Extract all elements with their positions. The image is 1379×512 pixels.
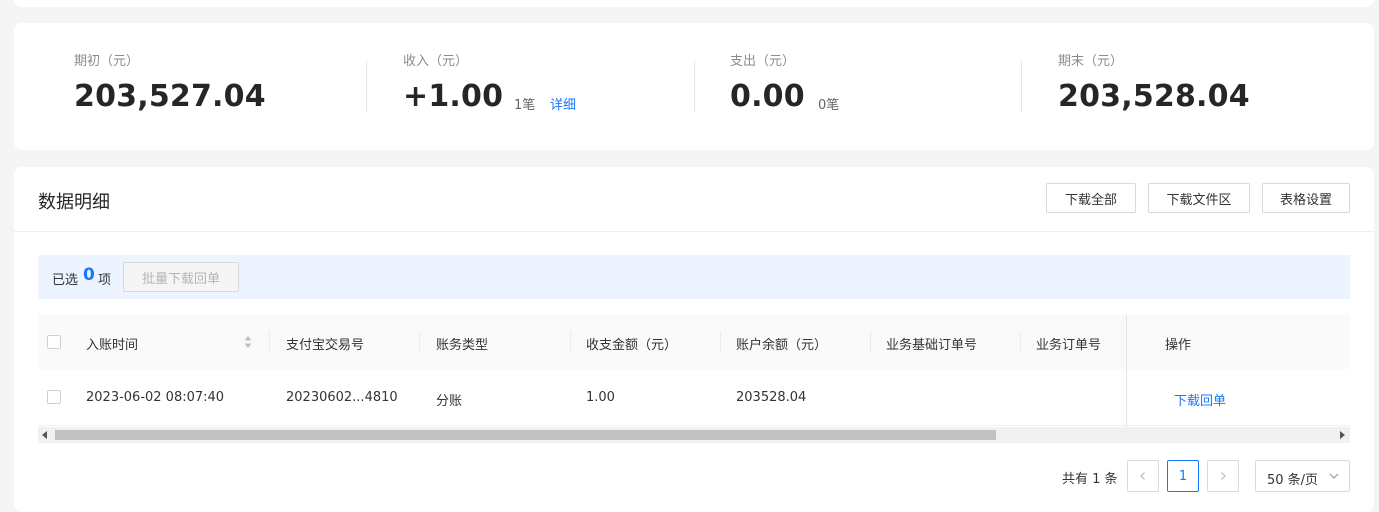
cell-balance: 203528.04: [736, 390, 807, 405]
page-size-select[interactable]: 50 条/页: [1255, 460, 1350, 492]
stat-expense-label: 支出（元）: [730, 54, 796, 69]
pagination-total: 共有 1 条: [1062, 472, 1118, 487]
download-all-button[interactable]: 下载全部: [1046, 183, 1136, 213]
column-header-trade-no: 支付宝交易号: [286, 338, 365, 353]
column-separator: [870, 331, 871, 353]
column-header-type: 账务类型: [436, 338, 489, 353]
summary-card: 期初（元） 203,527.04 收入（元） +1.00 1笔 详细 支出（元）…: [14, 23, 1374, 150]
detail-card: 数据明细 下载全部 下载文件区 表格设置 已选 0 项 批量下载回单 入账时间 …: [14, 167, 1374, 512]
top-card-edge: [14, 0, 1374, 7]
column-separator: [419, 331, 420, 353]
scrollbar-thumb[interactable]: [55, 430, 996, 440]
download-area-button[interactable]: 下载文件区: [1148, 183, 1250, 213]
cell-type: 分账: [436, 394, 463, 409]
stat-expense-count: 0笔: [818, 98, 840, 113]
table-settings-button[interactable]: 表格设置: [1262, 183, 1350, 213]
scroll-right-arrow-icon[interactable]: [1340, 431, 1345, 439]
stat-closing-value: 203,528.04: [1058, 79, 1250, 114]
page-number-button[interactable]: 1: [1167, 460, 1199, 492]
column-header-time[interactable]: 入账时间: [86, 334, 138, 353]
cell-trade-no: 20230602...4810: [286, 390, 398, 405]
stat-divider: [1021, 61, 1022, 113]
detail-title: 数据明细: [38, 192, 110, 213]
stat-income-count: 1笔: [514, 98, 536, 113]
cell-amount: 1.00: [586, 390, 615, 405]
chevron-left-icon: [1140, 472, 1145, 480]
selection-prefix: 已选: [52, 273, 79, 288]
column-header-amount: 收支金额（元）: [586, 338, 678, 353]
next-page-button[interactable]: [1207, 460, 1239, 492]
selection-bar: 已选 0 项 批量下载回单: [38, 255, 1350, 299]
stat-closing-label: 期末（元）: [1058, 54, 1124, 69]
prev-page-button[interactable]: [1127, 460, 1159, 492]
column-header-action: 操作: [1165, 338, 1192, 353]
selection-suffix: 项: [98, 273, 112, 288]
stat-expense-value: 0.00: [730, 79, 805, 114]
stat-divider: [366, 61, 367, 113]
bulk-download-receipt-button[interactable]: 批量下载回单: [123, 262, 239, 292]
stat-income-value: +1.00: [403, 79, 504, 114]
column-separator: [1020, 331, 1021, 353]
sort-icon[interactable]: [244, 335, 252, 349]
select-all-checkbox[interactable]: [47, 335, 61, 349]
stat-opening-value: 203,527.04: [74, 79, 266, 114]
column-header-base-order: 业务基础订单号: [886, 338, 978, 353]
selection-count: 0: [83, 265, 95, 285]
column-separator: [269, 331, 270, 353]
column-separator: [720, 331, 721, 353]
table-header: 入账时间 支付宝交易号 账务类型 收支金额（元） 账户余额（元） 业务基础订单号…: [38, 315, 1350, 369]
stat-opening-label: 期初（元）: [74, 54, 140, 69]
chevron-down-icon: [1329, 473, 1339, 479]
stat-divider: [694, 61, 695, 113]
income-detail-link[interactable]: 详细: [550, 94, 576, 113]
chevron-right-icon: [1221, 472, 1226, 480]
column-header-order: 业务订单号: [1036, 338, 1102, 353]
table-row: 2023-06-02 08:07:40 20230602...4810 分账 1…: [38, 369, 1350, 426]
cell-time: 2023-06-02 08:07:40: [86, 390, 225, 405]
page-size-value: 50 条/页: [1267, 473, 1319, 488]
row-checkbox[interactable]: [47, 390, 61, 404]
header-divider: [14, 231, 1374, 232]
column-header-balance: 账户余额（元）: [736, 338, 828, 353]
horizontal-scrollbar[interactable]: [38, 427, 1350, 443]
download-receipt-link[interactable]: 下载回单: [1174, 390, 1226, 409]
column-separator: [570, 331, 571, 353]
fixed-column-divider: [1126, 315, 1127, 427]
scroll-left-arrow-icon[interactable]: [42, 431, 47, 439]
stat-income-label: 收入（元）: [403, 54, 469, 69]
